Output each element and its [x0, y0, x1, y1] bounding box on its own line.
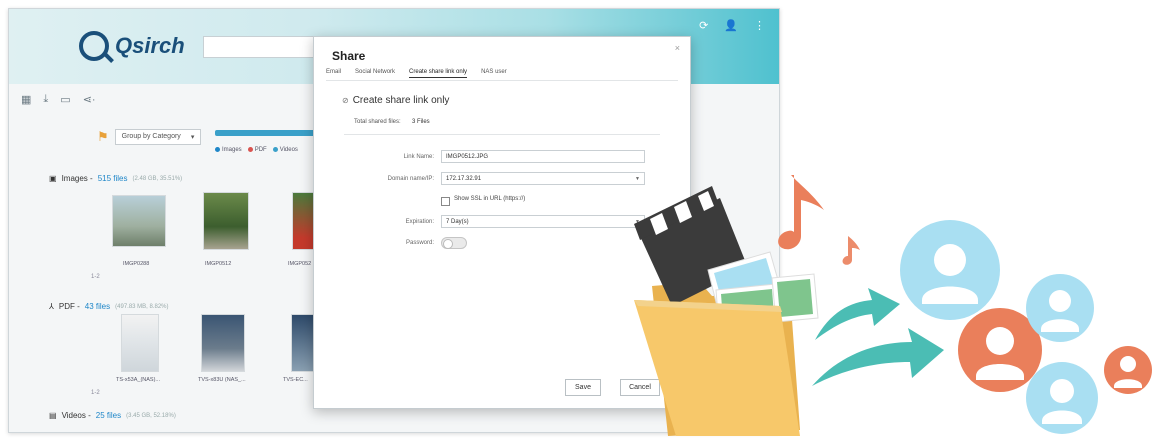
logo-text: Qsirch — [115, 33, 185, 58]
link-icon: ⊘ — [342, 96, 349, 105]
divider — [344, 134, 660, 135]
domain-select[interactable]: 172.17.32.91 ▼ — [441, 172, 645, 185]
legend-pdf: PDF — [247, 147, 267, 153]
qsirch-logo-icon — [79, 31, 109, 61]
dialog-title: Share — [332, 49, 366, 63]
share-tabs: Email Social Network Create share link o… — [326, 69, 507, 78]
image-thumbnail[interactable] — [112, 195, 166, 247]
share-icon[interactable]: ⋖· — [83, 93, 96, 106]
storage-bar — [215, 130, 325, 136]
images-pager: 1-2 — [91, 274, 100, 280]
user-icon[interactable]: 👤 — [724, 19, 738, 32]
group-by-value: Group by Category — [121, 133, 181, 140]
chevron-down-icon: ▼ — [635, 219, 640, 225]
images-count[interactable]: 515 files — [98, 174, 128, 183]
grid-icon[interactable]: ▦ — [21, 93, 31, 106]
section-heading: ⊘ Create share link only — [342, 95, 450, 106]
image-caption: IMGP0288 — [123, 261, 150, 267]
image-caption: IMGP052 — [288, 261, 312, 267]
refresh-icon[interactable]: ⟳ — [699, 19, 708, 32]
pdf-section-title: ⅄ PDF - 43 files (497.83 MB, 8.82%) — [49, 302, 169, 311]
tab-email[interactable]: Email — [326, 69, 341, 78]
password-toggle[interactable] — [441, 237, 467, 249]
link-name-label: Link Name: — [403, 154, 434, 160]
total-shared-value: 3 Files — [412, 119, 430, 125]
group-by: ⚑ Group by Category ▾ — [97, 129, 202, 145]
tab-social-network[interactable]: Social Network — [355, 69, 395, 78]
pdf-thumbnail[interactable] — [121, 314, 159, 372]
legend: Images PDF Videos — [215, 147, 298, 153]
videos-section-title: ▤ Videos - 25 files (3.45 GB, 52.18%) — [49, 411, 176, 420]
chevron-down-icon: ▼ — [635, 176, 640, 182]
pdf-thumbnail[interactable] — [201, 314, 245, 372]
more-icon[interactable]: ⋮ — [754, 19, 765, 32]
film-icon: ▤ — [49, 411, 57, 420]
pdf-caption: TVS-EC... — [283, 377, 308, 383]
camera-icon: ▣ — [49, 174, 57, 183]
ssl-checkbox[interactable] — [441, 197, 450, 206]
legend-images: Images — [215, 147, 242, 153]
pdf-icon: ⅄ — [49, 302, 54, 311]
save-button[interactable]: Save — [565, 379, 601, 396]
ssl-label: Show SSL in URL (https://) — [454, 196, 526, 202]
pdf-caption: TVS-x83U (NAS_... — [198, 377, 246, 383]
expiration-label: Expiration: — [405, 219, 434, 225]
pdf-pager: 1-2 — [91, 390, 100, 396]
group-by-select[interactable]: Group by Category ▾ — [114, 129, 202, 145]
flag-icon: ⚑ — [97, 129, 109, 144]
people-icon — [900, 220, 1152, 434]
share-arrow-icon — [812, 288, 944, 386]
logo: Qsirch — [79, 27, 185, 65]
folder-icon[interactable]: ▭ — [60, 93, 70, 106]
legend-videos: Videos — [272, 147, 298, 153]
close-icon[interactable]: × — [675, 43, 680, 53]
domain-label: Domain name/IP: — [387, 176, 434, 182]
download-icon[interactable]: ⤓ — [43, 93, 48, 106]
tab-divider — [326, 80, 678, 81]
image-thumbnail[interactable] — [203, 192, 249, 250]
image-caption: IMGP0512 — [205, 261, 232, 267]
videos-count[interactable]: 25 files — [96, 411, 121, 420]
chevron-down-icon: ▾ — [190, 134, 195, 141]
share-dialog: Share × Email Social Network Create shar… — [313, 36, 691, 409]
images-section-title: ▣ Images - 515 files (2.48 GB, 35.51%) — [49, 174, 183, 183]
pdf-count[interactable]: 43 files — [85, 302, 110, 311]
toolbar: ▦ ⤓ ▭ ⋖· — [21, 93, 96, 106]
expiration-select[interactable]: 7 Day(s) ▼ — [441, 215, 645, 228]
pdf-caption: TS-x53A_(NAS)... — [116, 377, 161, 383]
total-shared-label: Total shared files: — [354, 119, 401, 125]
tab-nas-user[interactable]: NAS user — [481, 69, 507, 78]
music-note-icon — [778, 175, 860, 265]
password-label: Password: — [405, 240, 434, 246]
cancel-button[interactable]: Cancel — [620, 379, 660, 396]
tab-create-share-link[interactable]: Create share link only — [409, 69, 468, 78]
header-icons: ⟳ 👤 ⋮ — [699, 19, 765, 32]
link-name-input[interactable]: IMGP0512.JPG — [441, 150, 645, 163]
